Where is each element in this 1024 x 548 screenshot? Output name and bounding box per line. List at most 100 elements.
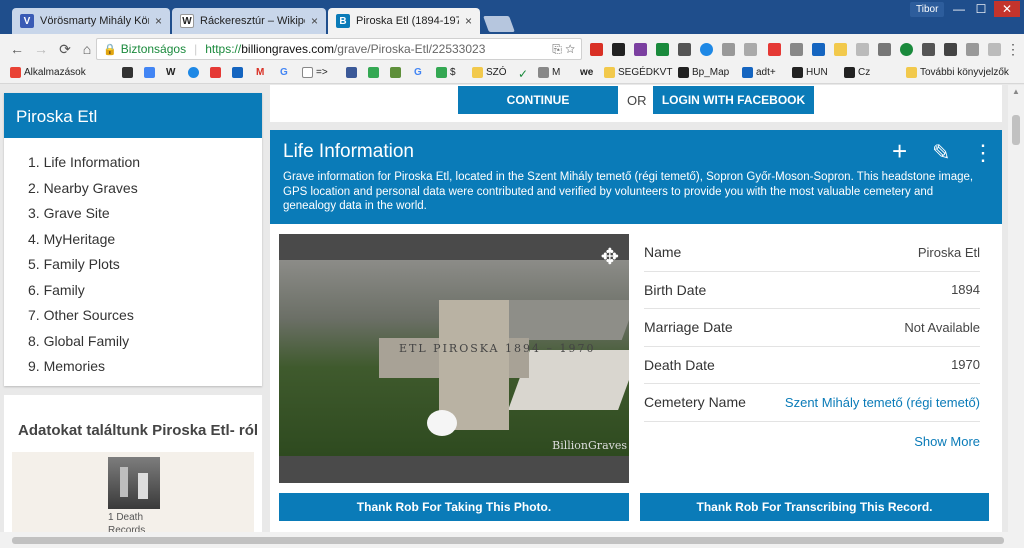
title-bar: V Vörösmarty Mihály Köny × W Ráckeresztú… <box>0 0 1024 34</box>
extension-yellow-icon[interactable] <box>834 43 847 56</box>
death-records-label[interactable]: 1 Death Records <box>108 511 168 532</box>
bookmark-page[interactable]: => <box>302 67 328 78</box>
bookmark-translate[interactable] <box>144 67 158 78</box>
home-icon[interactable]: ⌂ <box>78 40 96 58</box>
camera-icon[interactable] <box>922 43 935 56</box>
close-tab-icon[interactable]: × <box>465 14 472 28</box>
bookmark-cz[interactable]: Cz <box>844 67 870 78</box>
sidebar-item-memories[interactable]: 9. Memories <box>28 354 262 380</box>
bookmark-tool[interactable] <box>390 67 404 78</box>
cemetery-link[interactable]: Szent Mihály temető (régi temető) <box>785 395 980 410</box>
thank-photographer-button[interactable]: Thank Rob For Taking This Photo. <box>279 493 629 521</box>
thank-transcriber-button[interactable]: Thank Rob For Transcribing This Record. <box>640 493 989 521</box>
extension-refresh-icon[interactable] <box>878 43 891 56</box>
new-tab-button[interactable] <box>483 16 515 32</box>
bookmark-gmail[interactable]: M <box>256 67 264 78</box>
grammarly-icon[interactable] <box>900 43 913 56</box>
bookmark-check[interactable]: ✓ <box>518 67 528 81</box>
bookmark-blue[interactable] <box>188 67 202 78</box>
show-more-link[interactable]: Show More <box>644 434 980 449</box>
extension-blue-icon[interactable] <box>812 43 825 56</box>
bookmark-wikipedia[interactable]: W <box>166 67 175 78</box>
scroll-thumb[interactable] <box>12 537 1004 544</box>
headstone-photo[interactable]: ETL PIROSKA 1894 – 1970 BillionGraves ✥ <box>279 234 629 483</box>
bookmark-label: W <box>166 67 176 78</box>
menu-icon[interactable]: ⋮ <box>1004 40 1022 58</box>
sidebar-item-global-family[interactable]: 8. Global Family <box>28 329 262 355</box>
wave-icon <box>538 67 549 78</box>
bookmark-m[interactable]: M <box>538 67 560 78</box>
sidebar-item-myheritage[interactable]: 4. MyHeritage <box>28 227 262 253</box>
sidebar-item-family-plots[interactable]: 5. Family Plots <box>28 252 262 278</box>
drive-icon[interactable] <box>966 43 979 56</box>
close-tab-icon[interactable]: × <box>311 14 318 28</box>
life-details: Name Piroska Etl Birth Date 1894 Marriag… <box>644 234 980 449</box>
tab-wikipedia[interactable]: W Ráckeresztúr – Wikipédia × <box>172 8 326 34</box>
extension-circle-icon[interactable] <box>700 43 713 56</box>
tab-billiongraves[interactable]: B Piroska Etl (1894-1970) G × <box>328 8 480 34</box>
bookmark-maps[interactable] <box>368 67 382 78</box>
login-facebook-button[interactable]: LOGIN WITH FACEBOOK <box>653 86 814 114</box>
shield-ext-icon[interactable] <box>944 43 957 56</box>
extension-gear-icon[interactable] <box>678 43 691 56</box>
bookmark-star[interactable] <box>122 67 136 78</box>
close-window-icon[interactable]: ✕ <box>994 1 1020 17</box>
vertical-scrollbar[interactable]: ▲ <box>1008 85 1024 532</box>
more-options-icon[interactable]: ⋮ <box>972 140 994 166</box>
bookmark-youtube[interactable] <box>210 67 224 78</box>
sidebar-item-grave-site[interactable]: 3. Grave Site <box>28 201 262 227</box>
extension-red-icon[interactable] <box>768 43 781 56</box>
scroll-up-icon[interactable]: ▲ <box>1012 87 1020 96</box>
bookmark-star-icon[interactable]: ⎘ ☆ <box>552 42 575 57</box>
bookmark-facebook[interactable] <box>346 67 360 78</box>
death-records-thumbnail[interactable] <box>108 457 160 509</box>
edit-icon[interactable]: ✎ <box>932 140 950 166</box>
tab-vorosmarty[interactable]: V Vörösmarty Mihály Köny × <box>12 8 170 34</box>
sidebar-item-life-information[interactable]: 1. Life Information <box>28 150 262 176</box>
extension-r-icon[interactable] <box>656 43 669 56</box>
address-bar[interactable]: 🔒 Biztonságos | https://billiongraves.co… <box>96 38 582 60</box>
sidebar-item-other-sources[interactable]: 7. Other Sources <box>28 303 262 329</box>
sidebar-title: Piroska Etl <box>4 93 262 138</box>
profile-badge[interactable]: Tibor <box>910 2 945 17</box>
close-tab-icon[interactable]: × <box>155 14 162 28</box>
bookmark-segedkvt[interactable]: SEGÉDKVT <box>604 67 672 78</box>
continue-button[interactable]: CONTINUE <box>458 86 618 114</box>
horizontal-scrollbar[interactable] <box>0 532 1024 548</box>
forward-icon[interactable]: → <box>32 40 50 58</box>
bookmark-label: M <box>256 67 265 78</box>
bookmark-q[interactable] <box>232 67 246 78</box>
sidebar-item-family[interactable]: 6. Family <box>28 278 262 304</box>
extension-last-icon[interactable] <box>988 43 1001 56</box>
extension-k-icon[interactable] <box>612 43 625 56</box>
scroll-thumb[interactable] <box>1012 115 1020 145</box>
bookmark-bpmap[interactable]: Bp_Map <box>678 67 729 78</box>
reload-icon[interactable]: ⟳ <box>56 40 74 58</box>
bookmark-apps[interactable]: Alkalmazások <box>10 67 86 78</box>
maximize-icon[interactable]: ☐ <box>970 1 992 17</box>
extension-home-icon[interactable] <box>790 43 803 56</box>
records-panel[interactable]: 1 Death Records <box>12 452 254 532</box>
bookmark-szo[interactable]: SZÓ <box>472 67 507 78</box>
extension-grey-icon[interactable] <box>856 43 869 56</box>
bookmark-hun[interactable]: HUN <box>792 67 828 78</box>
gmail-icon[interactable] <box>590 43 603 56</box>
onenote-icon[interactable] <box>634 43 647 56</box>
building-icon <box>792 67 803 78</box>
bookmark-we[interactable]: we <box>580 67 593 78</box>
a-icon <box>742 67 753 78</box>
back-icon[interactable]: ← <box>8 40 26 58</box>
bookmark-google[interactable]: G <box>280 67 288 78</box>
bookmark-google-2[interactable]: G <box>414 67 422 78</box>
add-icon[interactable]: + <box>892 136 907 167</box>
extension-frame-icon[interactable] <box>722 43 735 56</box>
bookmark-dollar[interactable]: $ <box>436 67 456 78</box>
move-icon[interactable]: ✥ <box>601 244 619 270</box>
life-information-title: Life Information <box>283 141 414 162</box>
bookmark-adt[interactable]: adt+ <box>742 67 776 78</box>
extension-grid-icon[interactable] <box>744 43 757 56</box>
sidebar-item-nearby-graves[interactable]: 2. Nearby Graves <box>28 176 262 202</box>
wikipedia-icon: W <box>180 14 194 28</box>
bookmark-more[interactable]: További könyvjelzők <box>906 67 1009 78</box>
minimize-icon[interactable]: — <box>948 1 970 17</box>
